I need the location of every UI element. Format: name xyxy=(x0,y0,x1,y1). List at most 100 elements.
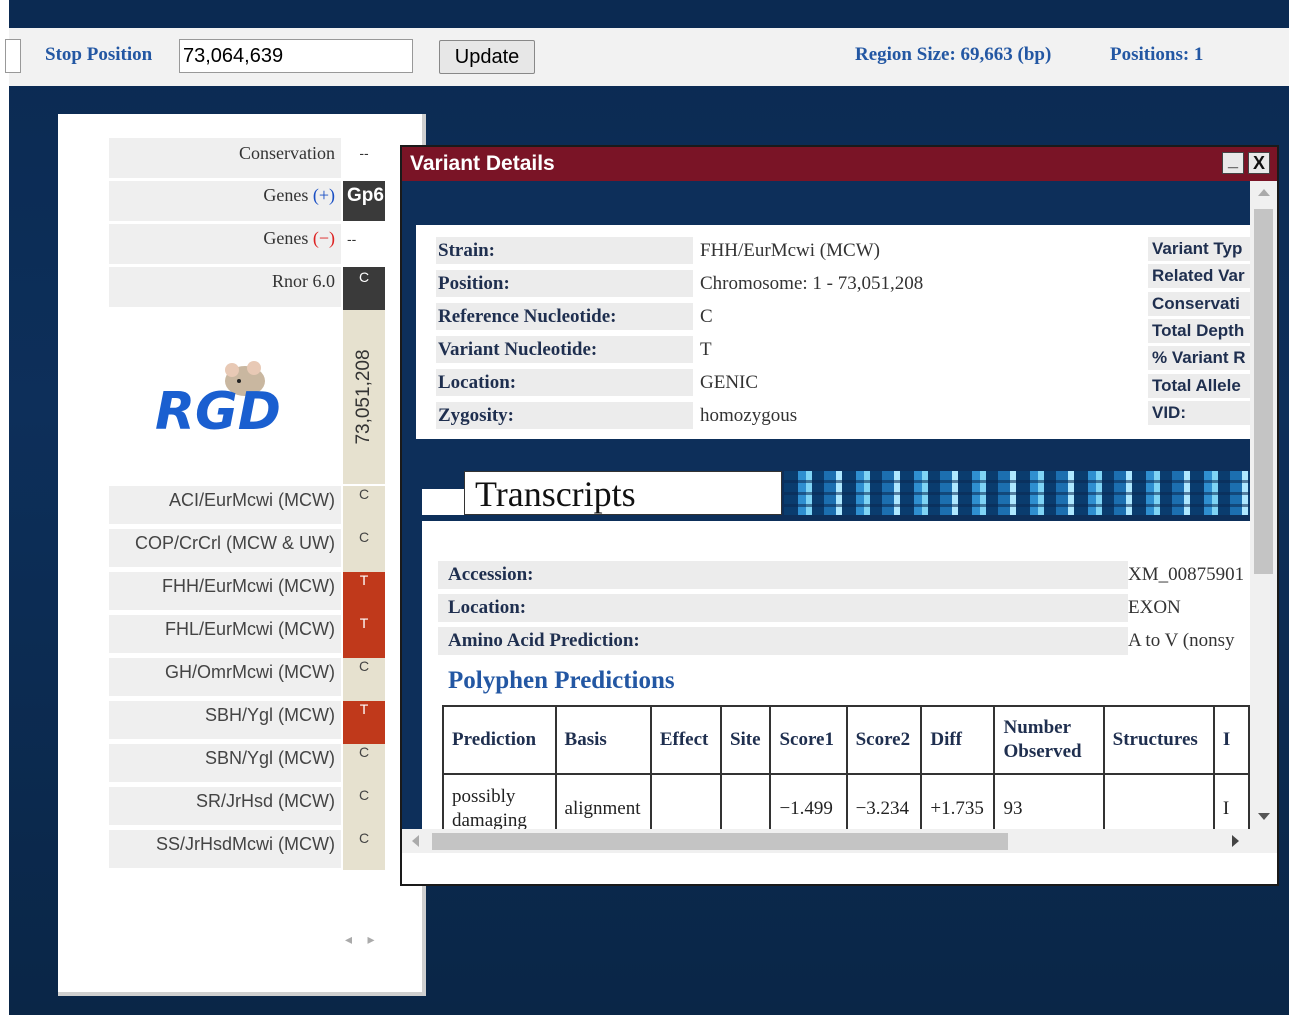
detail-label: Location: xyxy=(436,369,693,396)
cell-extra: I xyxy=(1212,773,1250,829)
col-basis: Basis xyxy=(554,705,652,775)
reference-label: Rnor 6.0 xyxy=(272,271,335,291)
scroll-down-icon[interactable] xyxy=(1258,813,1270,820)
dialog-title: Variant Details xyxy=(410,152,555,175)
strain-row[interactable]: GH/OmrMcwi (MCW) xyxy=(109,658,341,696)
minimize-button[interactable]: _ xyxy=(1222,151,1244,174)
panel-scroll-arrows[interactable]: ◂ ▸ xyxy=(345,932,381,949)
strain-row[interactable]: ACI/EurMcwi (MCW) xyxy=(109,486,341,524)
strain-name: GH/OmrMcwi (MCW) xyxy=(165,662,335,682)
extra-detail-label: Conservati xyxy=(1148,291,1250,316)
transcript-location-value: EXON xyxy=(1128,597,1181,618)
conservation-label: Conservation xyxy=(239,143,335,163)
detail-value: T xyxy=(700,339,712,360)
strain-name: COP/CrCrl (MCW & UW) xyxy=(135,533,335,553)
transcripts-section: Transcripts Accession: XM_00875901 Locat… xyxy=(422,471,1250,829)
dialog-titlebar[interactable]: Variant Details _ X xyxy=(402,147,1277,181)
position-label: 73,051,208 xyxy=(353,349,374,445)
reference-nucleotide-cell[interactable]: C xyxy=(343,658,385,701)
genes-minus-row: Genes (−) xyxy=(109,224,341,264)
strain-name: FHH/EurMcwi (MCW) xyxy=(162,576,335,596)
detail-value: FHH/EurMcwi (MCW) xyxy=(700,240,880,261)
variant-nucleotide-cell[interactable]: T xyxy=(343,701,385,744)
polyphen-table: Prediction Basis Effect Site Score1 Scor… xyxy=(442,705,1250,829)
reference-nucleotide-cell[interactable]: C xyxy=(343,486,385,529)
left-edge xyxy=(0,0,9,1015)
region-toolbar: Stop Position Update Region Size: 69,663… xyxy=(5,28,1289,86)
horizontal-scrollbar[interactable] xyxy=(402,829,1277,853)
positions-count-text: Positions: 1 xyxy=(1110,44,1204,65)
variant-info-box: Strain: FHH/EurMcwi (MCW) Position: Chromos… xyxy=(416,225,1250,439)
reference-row: Rnor 6.0 xyxy=(109,267,341,307)
reference-nucleotide-cell[interactable]: C xyxy=(343,830,385,870)
minus-strand-sign: (−) xyxy=(312,228,335,248)
transcripts-heading: Transcripts xyxy=(464,471,782,515)
vertical-scrollbar[interactable] xyxy=(1250,181,1277,829)
strain-name: SBH/Ygl (MCW) xyxy=(205,705,335,725)
start-position-input[interactable] xyxy=(5,39,21,73)
scroll-up-icon[interactable] xyxy=(1258,189,1270,196)
strain-name: FHL/EurMcwi (MCW) xyxy=(165,619,335,639)
extra-detail-label: % Variant R xyxy=(1148,346,1250,371)
detail-label: Reference Nucleotide: xyxy=(436,303,693,330)
horizontal-scroll-thumb[interactable] xyxy=(432,833,1008,850)
col-diff: Diff xyxy=(920,705,996,775)
extra-detail-label: Total Depth xyxy=(1148,318,1250,343)
detail-label: Position: xyxy=(436,270,693,297)
conservation-row: Conservation xyxy=(109,138,341,178)
cell-score1: −1.499 xyxy=(769,773,848,829)
variant-nucleotide-cell[interactable]: T xyxy=(343,615,385,658)
extra-detail-label: Related Var xyxy=(1148,264,1250,289)
col-extra: I xyxy=(1212,705,1250,775)
col-effect: Effect xyxy=(649,705,722,775)
cell-effect xyxy=(649,773,722,829)
extra-detail-label: VID: xyxy=(1148,400,1250,425)
accession-value[interactable]: XM_00875901 xyxy=(1128,561,1244,589)
region-size-text: Region Size: 69,663 (bp) xyxy=(855,44,1052,65)
extra-detail-label: Total Allele xyxy=(1148,373,1250,398)
reference-nucleotide-cell[interactable]: C xyxy=(343,529,385,572)
cell-site xyxy=(719,773,772,829)
stop-position-label: Stop Position xyxy=(45,44,153,65)
genes-plus-label: Genes xyxy=(263,185,309,205)
scroll-right-icon[interactable] xyxy=(1232,835,1239,847)
plus-strand-sign: (+) xyxy=(312,185,335,205)
vertical-scroll-thumb[interactable] xyxy=(1254,209,1273,574)
strain-row[interactable]: SBH/Ygl (MCW) xyxy=(109,701,341,739)
cell-basis: alignment xyxy=(554,773,652,829)
scroll-left-icon[interactable] xyxy=(412,835,419,847)
strain-track-panel: Conservation -- Genes (+) Gp6 Genes (−) … xyxy=(58,114,426,996)
detail-value: homozygous xyxy=(700,405,798,426)
col-number-observed: Number Observed xyxy=(993,705,1105,775)
strain-row[interactable]: SS/JrHsdMcwi (MCW) xyxy=(109,830,341,868)
close-button[interactable]: X xyxy=(1248,152,1270,174)
cell-diff: +1.735 xyxy=(920,773,996,829)
col-score1: Score1 xyxy=(769,705,848,775)
col-prediction: Prediction xyxy=(442,705,557,775)
strain-row[interactable]: FHH/EurMcwi (MCW) xyxy=(109,572,341,610)
reference-nucleotide-cell: C xyxy=(343,267,385,310)
strain-row[interactable]: SBN/Ygl (MCW) xyxy=(109,744,341,782)
strain-row[interactable]: SR/JrHsd (MCW) xyxy=(109,787,341,825)
reference-nucleotide-cell[interactable]: C xyxy=(343,787,385,830)
reference-nucleotide-cell[interactable]: C xyxy=(343,744,385,787)
strain-name: SBN/Ygl (MCW) xyxy=(205,748,335,768)
cell-prediction: possibly damaging xyxy=(442,773,557,829)
update-button[interactable]: Update xyxy=(439,40,535,74)
genes-plus-row: Genes (+) xyxy=(109,181,341,221)
position-column[interactable]: 73,051,208 xyxy=(343,310,385,484)
strain-row[interactable]: FHL/EurMcwi (MCW) xyxy=(109,615,341,653)
col-site: Site xyxy=(719,705,772,775)
detail-value: Chromosome: 1 - 73,051,208 xyxy=(700,273,924,294)
transcript-location-label: Location: xyxy=(438,594,1128,622)
amino-acid-value: A to V (nonsy xyxy=(1128,630,1235,651)
variant-details-dialog: Variant Details _ X Strain: FHH/EurMcwi (… xyxy=(400,145,1279,886)
polyphen-header-row: Prediction Basis Effect Site Score1 Scor… xyxy=(442,705,1250,775)
variant-nucleotide-cell[interactable]: T xyxy=(343,572,385,615)
genes-minus-label: Genes xyxy=(263,228,309,248)
strain-row[interactable]: COP/CrCrl (MCW & UW) xyxy=(109,529,341,567)
stop-position-input[interactable] xyxy=(179,39,413,73)
col-score2: Score2 xyxy=(845,705,923,775)
genes-minus-cell: -- xyxy=(343,224,385,264)
gene-gp6-cell[interactable]: Gp6 xyxy=(343,181,385,221)
